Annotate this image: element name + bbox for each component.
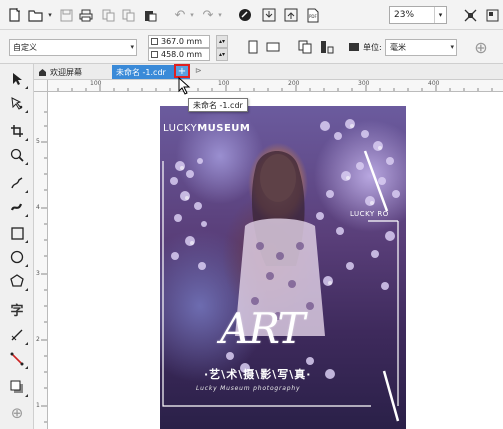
ruler-number: 300 [358, 80, 370, 87]
shape-tool-icon[interactable] [6, 92, 28, 114]
polygon-tool-icon[interactable] [6, 270, 28, 292]
document-tabs: 欢迎屏幕 未命名 -1.cdr + ⊳ [34, 64, 503, 80]
page-width-field[interactable]: 367.0 mm [148, 35, 210, 48]
poster-brand: LUCKYMUSEUM [163, 123, 250, 134]
artistic-media-tool-icon[interactable] [6, 196, 28, 218]
ruler-number: 200 [288, 80, 300, 87]
mouse-cursor-icon [178, 77, 191, 95]
all-pages-icon[interactable] [296, 37, 314, 57]
parallel-dimension-tool-icon[interactable] [6, 324, 28, 346]
zoom-level-select[interactable]: 23% ▾ [389, 6, 447, 24]
poster-tagline: Lucky Museum photography [196, 385, 301, 392]
add-document-tab-button[interactable]: + [174, 64, 190, 78]
ruler-number: 4 [36, 204, 40, 211]
tab-welcome-label: 欢迎屏幕 [50, 67, 82, 77]
connector-tool-icon[interactable] [6, 348, 28, 370]
ruler-number: 100 [218, 80, 230, 87]
crop-tool-icon[interactable] [6, 120, 28, 142]
chevron-down-icon: ▾ [450, 43, 454, 51]
paste-icon[interactable] [142, 5, 158, 25]
landscape-icon[interactable] [264, 37, 282, 57]
freehand-tool-icon[interactable] [6, 172, 28, 194]
page-width-value: 367.0 mm [161, 37, 203, 46]
snap-icon[interactable] [484, 5, 500, 25]
ruler-number: 3 [36, 270, 40, 277]
tab-tooltip: 未命名 -1.cdr [188, 98, 248, 112]
save-icon[interactable] [58, 5, 74, 25]
rectangle-tool-icon[interactable] [6, 222, 28, 244]
height-icon [151, 51, 158, 58]
undo-icon[interactable]: ↶ [172, 5, 188, 25]
add-icon[interactable]: ⊕ [472, 37, 490, 57]
search-content-icon[interactable] [236, 5, 254, 25]
brand-light-text: LUCKY [163, 123, 198, 134]
export-icon[interactable] [282, 5, 300, 25]
redo-icon[interactable]: ↷ [200, 5, 216, 25]
ruler-number: 100 [90, 80, 102, 87]
page-height-value: 458.0 mm [161, 50, 203, 59]
pick-tool-icon[interactable] [6, 68, 28, 90]
current-page-icon[interactable] [318, 37, 336, 57]
property-bar: 自定义 ▾ 367.0 mm 458.0 mm ▴▾ ▴▾ 单位: 毫米 ▾ ⊕ [0, 30, 503, 64]
units-value: 毫米 [390, 43, 406, 52]
publish-pdf-icon[interactable]: PDF [304, 5, 322, 25]
full-screen-icon[interactable] [462, 5, 478, 25]
height-stepper[interactable]: ▴▾ [216, 48, 228, 61]
units-label: 单位: [363, 43, 382, 52]
undo-dropdown-icon[interactable]: ▾ [188, 5, 196, 25]
ruler-number: 1 [36, 402, 40, 409]
chevron-down-icon: ▾ [130, 43, 134, 51]
print-icon[interactable] [78, 5, 94, 25]
width-icon [151, 38, 158, 45]
poster-subtitle: ·艺\术\摄\影\写\真· [204, 368, 312, 381]
ellipse-tool-icon[interactable] [6, 246, 28, 268]
vertical-ruler[interactable]: 5 4 3 2 1 [34, 92, 48, 429]
copy-icon[interactable] [120, 5, 136, 25]
width-stepper[interactable]: ▴▾ [216, 35, 228, 48]
home-icon [39, 69, 46, 76]
poster-artwork[interactable]: LUCKYMUSEUM LUCKY RO ART ·艺\术\摄\影\写\真· L… [160, 106, 406, 429]
page-height-field[interactable]: 458.0 mm [148, 48, 210, 61]
toolbox: 字 ⊕ [0, 64, 34, 429]
zoom-level-value: 23% [394, 10, 415, 20]
new-document-icon[interactable] [6, 5, 24, 25]
poster-title: ART [220, 304, 305, 353]
open-dropdown-icon[interactable]: ▾ [46, 5, 54, 25]
horizontal-ruler[interactable]: 100 100 200 300 400 [48, 80, 503, 92]
brand-bold-text: MUSEUM [197, 123, 251, 134]
ruler-number: 5 [36, 138, 40, 145]
chevron-down-icon: ▾ [434, 7, 446, 23]
units-icon [347, 37, 361, 57]
import-icon[interactable] [260, 5, 278, 25]
tab-document-label: 未命名 -1.cdr [116, 67, 166, 77]
ruler-number: 400 [428, 80, 440, 87]
drop-shadow-tool-icon[interactable] [6, 376, 28, 398]
tab-welcome-screen[interactable]: 欢迎屏幕 [38, 66, 82, 78]
add-tool-icon[interactable]: ⊕ [6, 402, 28, 424]
redo-dropdown-icon[interactable]: ▾ [216, 5, 224, 25]
svg-text:PDF: PDF [309, 14, 317, 19]
add-tab-icon: + [177, 65, 187, 77]
standard-toolbar: ▾ ↶ ▾ ↷ ▾ PDF 23% ▾ [0, 0, 503, 30]
text-tool-icon[interactable]: 字 [6, 298, 28, 320]
paper-preset-select[interactable]: 自定义 ▾ [9, 39, 137, 56]
ruler-origin[interactable] [34, 80, 48, 92]
portrait-icon[interactable] [246, 37, 260, 57]
ruler-number: 2 [36, 336, 40, 343]
tab-scroll-icon[interactable]: ⊳ [195, 66, 202, 75]
cut-icon[interactable] [100, 5, 116, 25]
paper-preset-value: 自定义 [13, 43, 37, 52]
units-select[interactable]: 毫米 ▾ [385, 39, 457, 56]
open-folder-icon[interactable] [26, 5, 44, 25]
zoom-tool-icon[interactable] [6, 144, 28, 166]
poster-brand-right: LUCKY RO [350, 210, 389, 218]
